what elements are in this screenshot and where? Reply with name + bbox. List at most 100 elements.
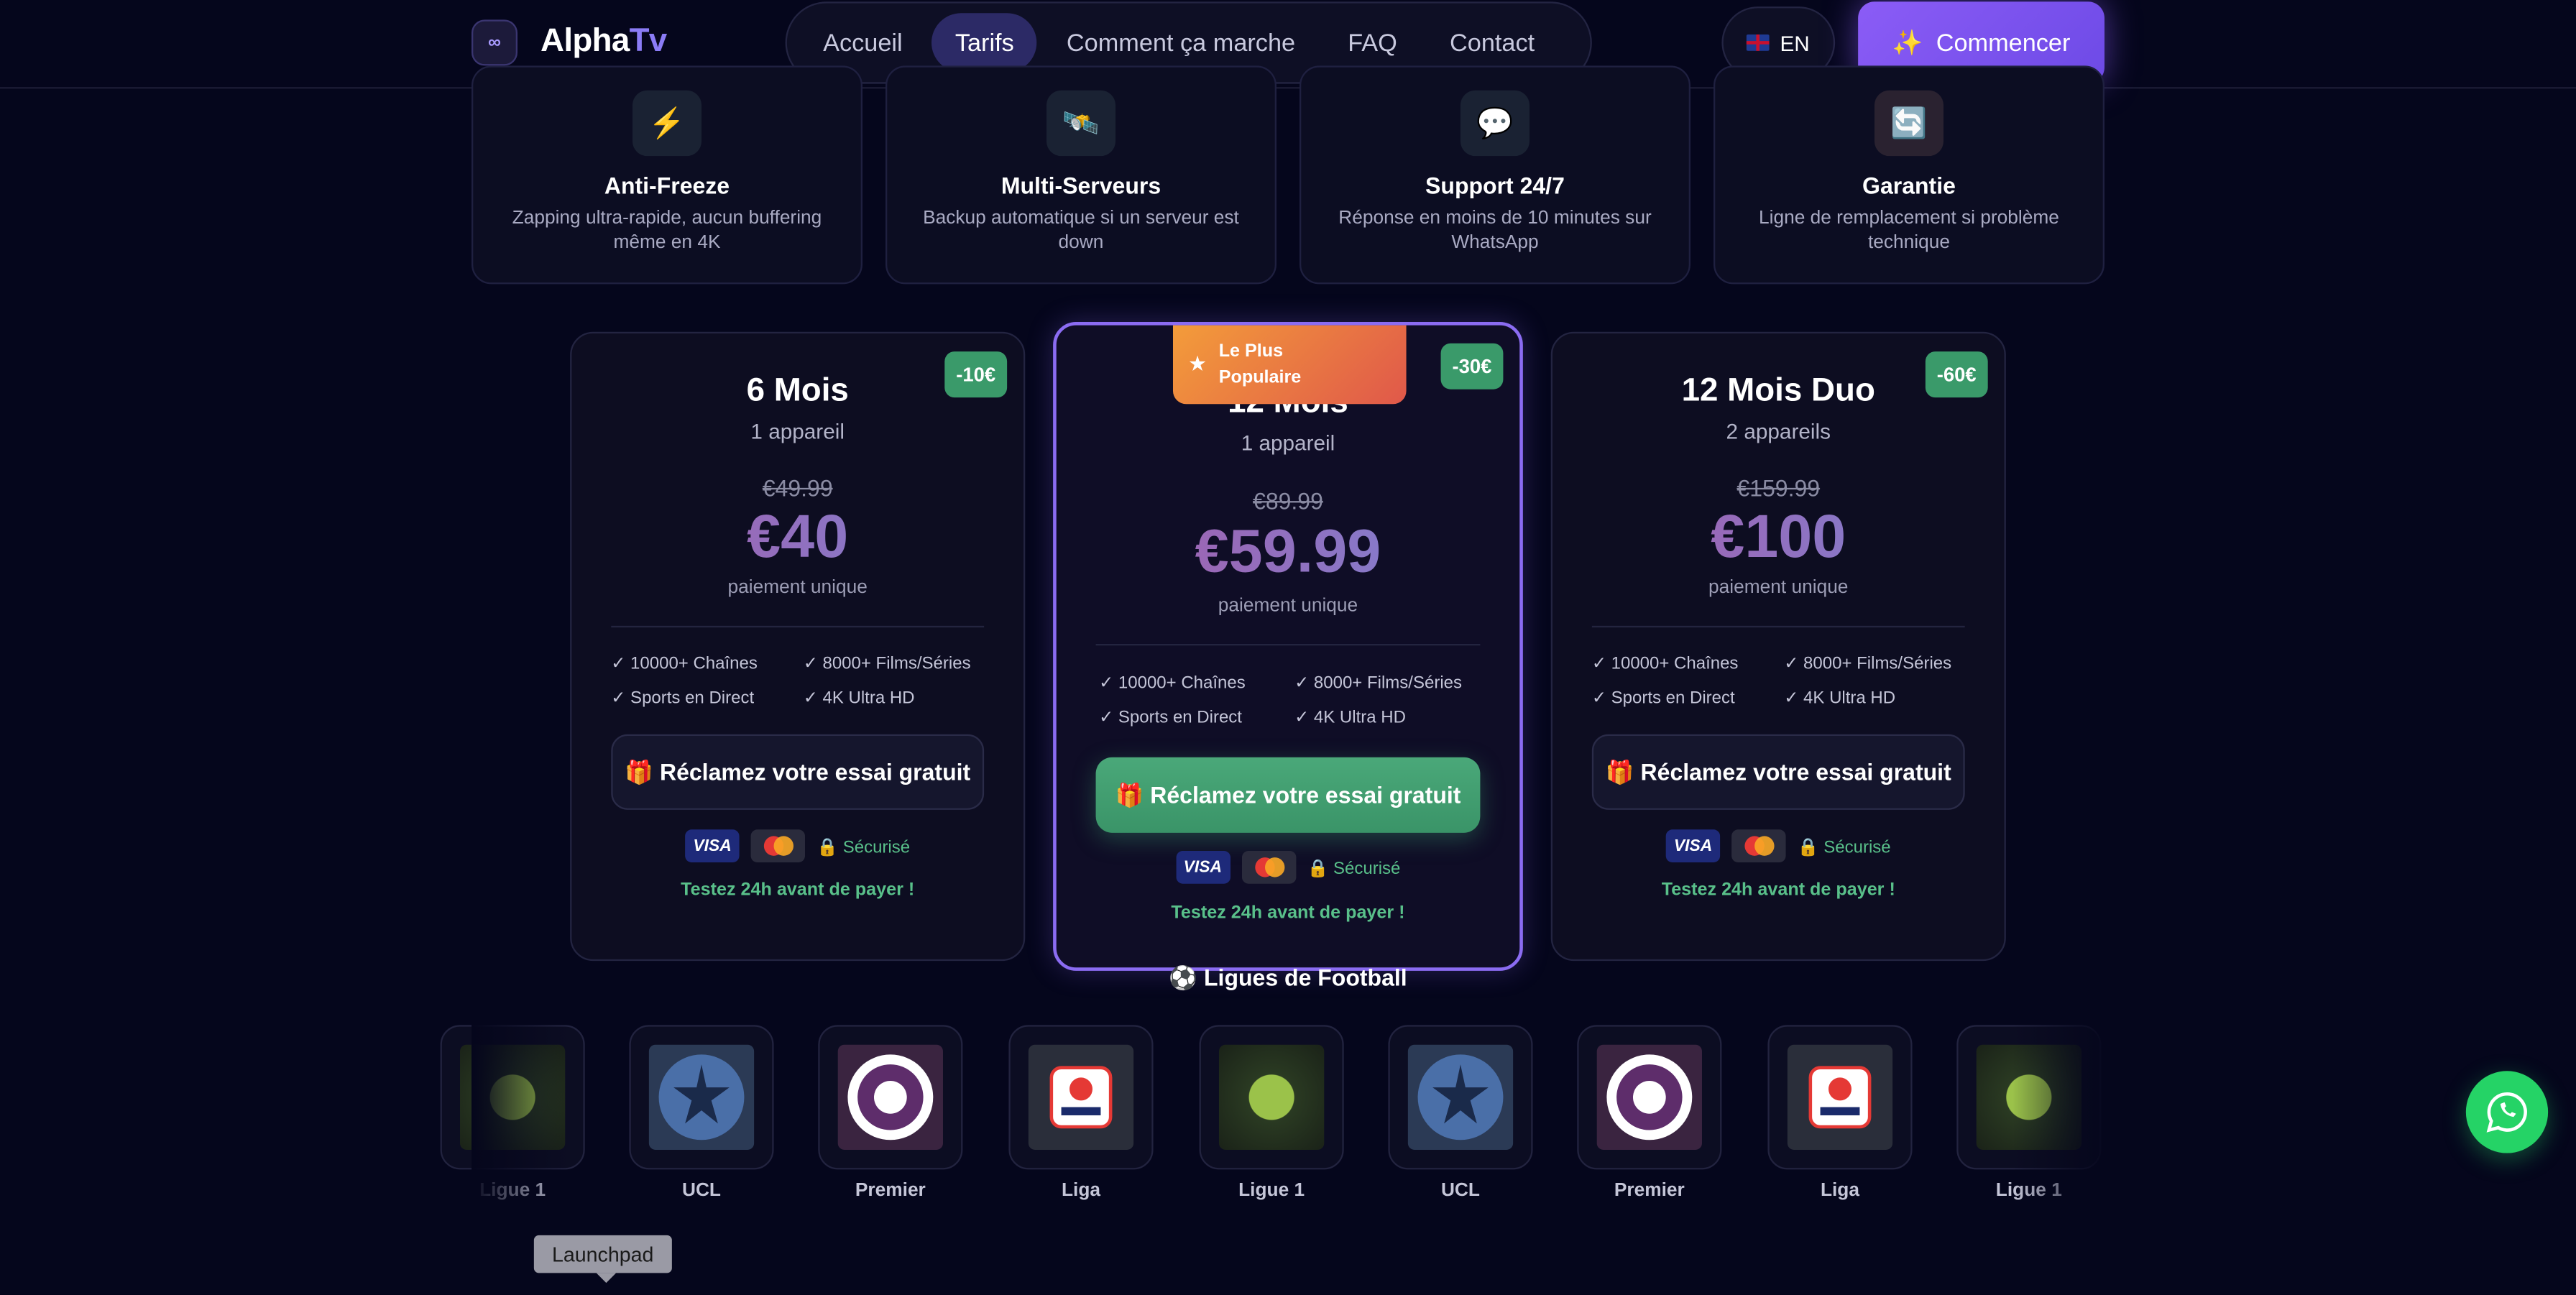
liga-icon <box>1028 1044 1134 1150</box>
divider <box>1591 625 1965 628</box>
mastercard-icon <box>750 829 806 862</box>
league-logo-ucl[interactable] <box>629 1025 774 1170</box>
free-trial-button[interactable]: 🎁 Réclamez votre essai gratuit <box>611 734 985 810</box>
liga-icon <box>1787 1044 1893 1150</box>
old-price: €49.99 <box>762 474 833 502</box>
visa-icon: VISA <box>1175 850 1230 884</box>
feature-desc: Backup automatique si un serveur est dow… <box>923 208 1239 253</box>
nav-faq[interactable]: FAQ <box>1325 13 1420 72</box>
visa-icon: VISA <box>1665 829 1721 862</box>
plan-feature: ✓ Sports en Direct <box>1591 688 1735 709</box>
league-logo-ucl[interactable] <box>1388 1025 1533 1170</box>
plan-feature: ✓ 8000+ Films/Séries <box>1294 673 1463 693</box>
feature-card: 💬 Support 24/7 Réponse en moins de 10 mi… <box>1299 65 1690 285</box>
plan-feature: ✓ 8000+ Films/Séries <box>803 653 971 674</box>
payment-type: paiement unique <box>727 578 868 598</box>
nav-comment[interactable]: Comment ça marche <box>1044 13 1318 72</box>
whatsapp-icon <box>2486 1092 2527 1133</box>
feature-desc: Réponse en moins de 10 minutes sur Whats… <box>1338 208 1652 253</box>
divider <box>1095 643 1481 646</box>
nav-tarifs[interactable]: Tarifs <box>932 13 1037 73</box>
free-trial-button[interactable]: 🎁 Réclamez votre essai gratuit <box>1095 757 1481 833</box>
brand-alpha: Alpha <box>540 22 630 60</box>
plan-card-6-mois: -10€ 6 Mois 1 appareil €49.99 €40 paieme… <box>570 331 1026 962</box>
payment-methods: VISA 🔒 Sécurisé <box>1057 850 1520 884</box>
mastercard-icon <box>1241 850 1296 884</box>
brand-tv: Tv <box>629 22 668 60</box>
feature-title: Multi-Serveurs <box>1000 172 1162 199</box>
carousel-fade-right <box>2012 1018 2112 1216</box>
plan-card-12-mois: -30€ 12 Mois ★ Le Plus Populaire 1 appar… <box>1053 321 1523 971</box>
leagues-title: ⚽ Ligues de Football <box>1169 964 1407 991</box>
discount-badge: -30€ <box>1440 343 1504 390</box>
league-label: Premier <box>855 1181 926 1201</box>
nav-accueil[interactable]: Accueil <box>800 13 926 72</box>
price: €100 <box>1552 502 2005 571</box>
plan-feature: ✓ 8000+ Films/Séries <box>1784 653 1952 674</box>
old-price: €159.99 <box>1736 474 1821 502</box>
plan-feature: ✓ 4K Ultra HD <box>1784 688 1896 709</box>
payment-methods: VISA 🔒 Sécurisé <box>1552 829 2005 862</box>
carousel-fade-left <box>471 1018 571 1216</box>
ucl-icon <box>1407 1044 1514 1150</box>
star-icon: ★ <box>1189 354 1206 375</box>
league-label: Liga <box>1061 1181 1100 1201</box>
sparkles-icon: ✨ <box>1892 29 1923 57</box>
trial-note: Testez 24h avant de payer ! <box>1661 880 1895 900</box>
ucl-icon <box>648 1044 755 1150</box>
brand-name[interactable]: AlphaTv <box>540 23 667 61</box>
header: ∞ AlphaTv Accueil Tarifs Comment ça marc… <box>0 0 2576 89</box>
feature-title: Garantie <box>1862 172 1956 199</box>
secure-label: 🔒 Sécurisé <box>1307 858 1401 878</box>
league-logo-liga[interactable] <box>1767 1025 1913 1170</box>
premier-icon <box>1596 1044 1702 1150</box>
uk-flag-icon <box>1747 34 1770 51</box>
feature-desc: Zapping ultra-rapide, aucun buffering mê… <box>512 208 822 253</box>
language-label: EN <box>1780 30 1810 55</box>
secure-label: 🔒 Sécurisé <box>816 837 911 857</box>
plan-name: 12 Mois Duo <box>1681 372 1875 410</box>
payment-type: paiement unique <box>1708 578 1849 598</box>
league-label: Liga <box>1820 1181 1859 1201</box>
league-logo-ligue1[interactable] <box>1199 1025 1344 1170</box>
league-label: UCL <box>681 1181 721 1201</box>
old-price: €89.99 <box>1253 487 1323 515</box>
speech-bubble-icon: 💬 <box>1460 90 1530 157</box>
plan-devices: 1 appareil <box>1241 430 1335 456</box>
ligue1-icon <box>1218 1044 1325 1150</box>
price: €59.99 <box>1057 517 1520 586</box>
popular-label: Le Plus Populaire <box>1218 341 1302 388</box>
secure-label: 🔒 Sécurisé <box>1797 837 1891 857</box>
plan-feature: ✓ 10000+ Chaînes <box>1099 673 1246 693</box>
plan-feature: ✓ 4K Ultra HD <box>1294 708 1406 728</box>
lightning-icon: ⚡ <box>632 90 702 157</box>
feature-card: ⚡ Anti-Freeze Zapping ultra-rapide, aucu… <box>471 65 862 285</box>
league-logo-liga[interactable] <box>1008 1025 1154 1170</box>
plan-feature: ✓ 4K Ultra HD <box>803 688 915 709</box>
plan-feature: ✓ Sports en Direct <box>1099 708 1242 728</box>
logo-icon[interactable]: ∞ <box>471 19 518 66</box>
league-label: Premier <box>1614 1181 1685 1201</box>
feature-card: 🛰️ Multi-Serveurs Backup automatique si … <box>885 65 1276 285</box>
premier-icon <box>837 1044 943 1150</box>
page: ∞ AlphaTv Accueil Tarifs Comment ça marc… <box>0 0 2576 1295</box>
feature-desc: Ligne de remplacement si problème techni… <box>1759 208 2059 253</box>
league-logo-premier[interactable] <box>818 1025 963 1170</box>
free-trial-button[interactable]: 🎁 Réclamez votre essai gratuit <box>1591 734 1965 810</box>
plan-feature: ✓ Sports en Direct <box>611 688 755 709</box>
plan-feature: ✓ 10000+ Chaînes <box>611 653 758 674</box>
trial-note: Testez 24h avant de payer ! <box>1171 903 1405 923</box>
whatsapp-button[interactable] <box>2465 1071 2549 1153</box>
mastercard-icon <box>1731 829 1786 862</box>
league-logo-premier[interactable] <box>1577 1025 1722 1170</box>
nav-contact[interactable]: Contact <box>1427 13 1558 72</box>
plan-devices: 2 appareils <box>1726 418 1831 444</box>
viewport: ∞ AlphaTv Accueil Tarifs Comment ça marc… <box>0 0 2576 1295</box>
plan-card-12-mois-duo: -60€ 12 Mois Duo 2 appareils €159.99 €10… <box>1550 331 2006 962</box>
divider <box>611 625 985 628</box>
launchpad-tooltip: Launchpad <box>533 1235 672 1284</box>
feature-card: 🔄 Garantie Ligne de remplacement si prob… <box>1713 65 2104 285</box>
start-label: Commencer <box>1936 28 2071 57</box>
plan-feature: ✓ 10000+ Chaînes <box>1591 653 1739 674</box>
league-label: UCL <box>1440 1181 1480 1201</box>
